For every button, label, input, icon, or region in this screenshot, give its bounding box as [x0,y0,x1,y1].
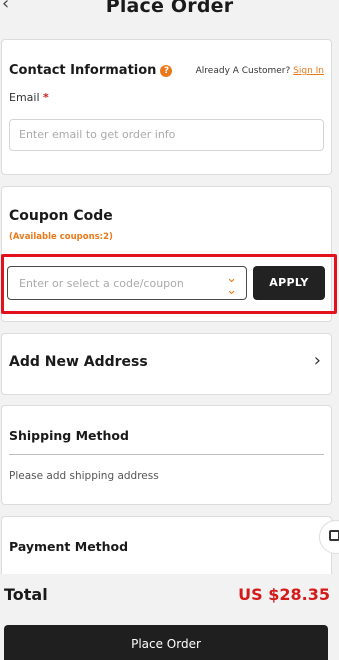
shipping-method-card: Shipping Method Please add shipping addr… [1,405,332,505]
required-marker: * [43,91,49,104]
sign-in-link[interactable]: Sign In [293,66,324,76]
page-title: Place Order [105,0,234,17]
shipping-empty-text: Please add shipping address [9,470,159,482]
help-icon[interactable]: ? [160,65,173,77]
coupon-title: Coupon Code [9,208,113,224]
coupon-input[interactable]: Enter or select a code/coupon ⌄ ⌄ [7,266,247,300]
apply-button[interactable]: APPLY [253,266,325,300]
email-label: Email * [9,91,49,104]
contact-information-card: Contact Information? Already A Customer?… [1,39,332,175]
total-value: US $28.35 [238,585,330,604]
available-coupons: (Available coupons:2) [9,232,113,242]
already-customer: Already A Customer? Sign In [196,66,324,76]
contact-title-text: Contact Information [9,63,157,78]
contact-title: Contact Information? [9,63,173,78]
email-label-text: Email [9,91,40,104]
add-address-title: Add New Address [9,354,148,370]
place-order-button[interactable]: Place Order [4,625,328,660]
divider [9,454,324,455]
shipping-title: Shipping Method [9,428,129,443]
total-label: Total [4,585,48,604]
chevron-right-icon: › [313,350,321,371]
double-chevron-down-icon[interactable]: ⌄ ⌄ [226,272,237,297]
already-customer-text: Already A Customer? [195,66,291,76]
header: ‹ Place Order [0,0,339,22]
bottom-bar: Total US $28.35 Place Order [0,574,339,660]
email-input[interactable]: Enter email to get order info [9,119,324,151]
coupon-input-placeholder: Enter or select a code/coupon [19,277,184,290]
add-new-address-card[interactable]: Add New Address › [1,333,332,395]
payment-title: Payment Method [9,539,129,554]
